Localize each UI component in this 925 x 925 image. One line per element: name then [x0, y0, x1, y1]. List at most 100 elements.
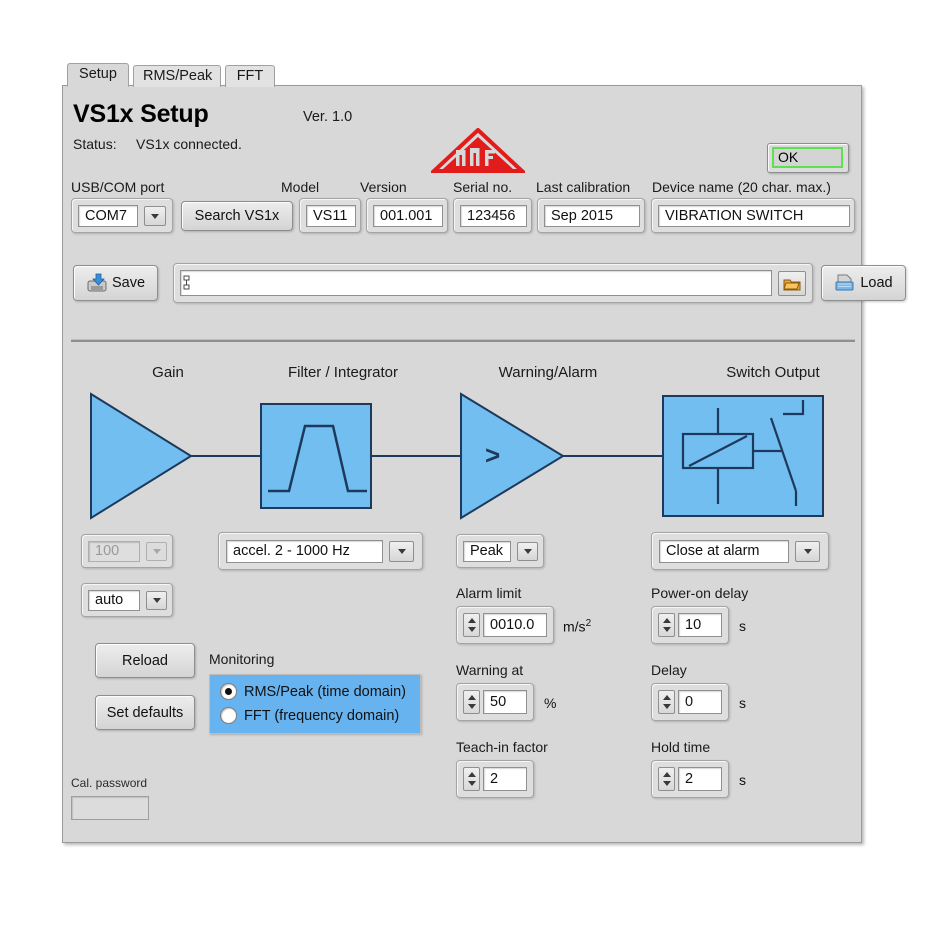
tab-fft[interactable]: FFT [225, 65, 275, 87]
save-button[interactable]: Save [73, 265, 158, 301]
serial-no-label: Serial no. [453, 179, 512, 195]
power-on-delay-input[interactable]: 10 [678, 613, 722, 637]
gain-auto-group: auto [81, 583, 173, 617]
delay-unit: s [739, 695, 746, 711]
filter-stage-label: Filter / Integrator [253, 364, 433, 381]
set-defaults-button[interactable]: Set defaults [95, 695, 195, 730]
alarm-limit-input[interactable]: 0010.0 [483, 613, 547, 637]
load-button-label: Load [860, 275, 892, 291]
delay-input[interactable]: 0 [678, 690, 722, 714]
mmf-logo-icon [431, 128, 525, 176]
power-on-delay-unit: s [739, 618, 746, 634]
detector-dropdown-arrow[interactable] [517, 542, 538, 561]
chevron-down-icon [151, 214, 159, 219]
folder-icon [783, 277, 801, 291]
unit-base: m/s [563, 619, 586, 635]
divider-top [71, 339, 855, 342]
warning-at-input[interactable]: 50 [483, 690, 527, 714]
file-path-group [173, 263, 813, 303]
stepper-up-icon [663, 618, 671, 623]
detector-group: Peak [456, 534, 544, 568]
com-port-value[interactable]: COM7 [78, 205, 138, 227]
com-port-group: COM7 [71, 198, 173, 233]
switch-mode-group: Close at alarm [651, 532, 829, 570]
power-on-delay-stepper[interactable] [658, 613, 675, 637]
status-ok-button[interactable]: OK [767, 143, 849, 173]
last-calibration-group: Sep 2015 [537, 198, 645, 233]
stepper-down-icon [663, 781, 671, 786]
stepper-up-icon [663, 772, 671, 777]
teach-in-factor-stepper[interactable] [463, 767, 480, 791]
warning-at-unit: % [544, 695, 556, 711]
stepper-up-icon [468, 772, 476, 777]
radio-icon [220, 683, 237, 700]
load-button[interactable]: Load [821, 265, 906, 301]
monitoring-panel: RMS/Peak (time domain) FFT (frequency do… [209, 674, 421, 734]
load-folder-icon [834, 273, 856, 293]
comparator-glyph: > [485, 440, 500, 470]
warning-at-stepper[interactable] [463, 690, 480, 714]
device-name-label: Device name (20 char. max.) [652, 179, 831, 195]
serial-no-value: 123456 [460, 205, 527, 227]
chevron-down-icon [153, 598, 161, 603]
teach-in-factor-group: 2 [456, 760, 534, 798]
file-path-input[interactable] [180, 270, 772, 296]
status-badge: OK [772, 147, 843, 168]
version-label: Version [360, 179, 407, 195]
last-calibration-value: Sep 2015 [544, 205, 640, 227]
status-value: VS1x connected. [136, 136, 242, 152]
switch-output-stage-label: Switch Output [683, 364, 863, 381]
chevron-down-icon [153, 549, 161, 554]
search-vs1x-button[interactable]: Search VS1x [181, 201, 293, 231]
warning-at-label: Warning at [456, 662, 523, 678]
chevron-down-icon [804, 549, 812, 554]
cal-password-input[interactable] [71, 796, 149, 820]
last-calibration-label: Last calibration [536, 179, 630, 195]
stepper-up-icon [468, 618, 476, 623]
status-label: Status: [73, 136, 117, 152]
tab-rms-peak[interactable]: RMS/Peak [133, 65, 221, 87]
cal-password-label: Cal. password [71, 776, 147, 790]
reload-button[interactable]: Reload [95, 643, 195, 678]
switch-mode-value[interactable]: Close at alarm [659, 540, 789, 563]
monitoring-option-fft[interactable]: FFT (frequency domain) [220, 707, 399, 724]
hold-time-input[interactable]: 2 [678, 767, 722, 791]
page-title: VS1x Setup [73, 100, 209, 129]
detector-value[interactable]: Peak [463, 541, 511, 562]
stepper-down-icon [468, 627, 476, 632]
model-value: VS11 [306, 205, 356, 227]
delay-stepper[interactable] [658, 690, 675, 714]
gain-auto-dropdown-arrow[interactable] [146, 591, 167, 610]
monitoring-label: Monitoring [209, 651, 274, 667]
screen: Setup RMS/Peak FFT VS1x Setup Ver. 1.0 S… [0, 0, 925, 925]
device-name-input[interactable]: VIBRATION SWITCH [658, 205, 850, 227]
filter-group: accel. 2 - 1000 Hz [218, 532, 423, 570]
switch-mode-dropdown-arrow[interactable] [795, 541, 820, 562]
comparator-symbol [461, 394, 563, 518]
signal-chain-diagram: > [71, 386, 855, 526]
gain-dropdown-arrow [146, 542, 167, 561]
serial-no-group: 123456 [453, 198, 532, 233]
model-label: Model [281, 179, 319, 195]
filter-dropdown-arrow[interactable] [389, 541, 414, 562]
model-group: VS11 [299, 198, 361, 233]
version-text: Ver. 1.0 [303, 109, 352, 125]
com-port-dropdown-arrow[interactable] [144, 206, 166, 226]
teach-in-factor-input[interactable]: 2 [483, 767, 527, 791]
power-on-delay-group: 10 [651, 606, 729, 644]
firmware-version-group: 001.001 [366, 198, 448, 233]
monitoring-option-rms-peak[interactable]: RMS/Peak (time domain) [220, 683, 406, 700]
monitoring-option-label: FFT (frequency domain) [244, 708, 399, 724]
hold-time-stepper[interactable] [658, 767, 675, 791]
tab-setup[interactable]: Setup [67, 63, 129, 87]
browse-folder-button[interactable] [778, 271, 806, 296]
stepper-up-icon [468, 695, 476, 700]
stepper-down-icon [663, 704, 671, 709]
gain-group: 100 [81, 534, 173, 568]
gain-auto-value[interactable]: auto [88, 590, 140, 611]
alarm-limit-stepper[interactable] [463, 613, 480, 637]
power-on-delay-label: Power-on delay [651, 585, 748, 601]
stepper-up-icon [663, 695, 671, 700]
filter-value[interactable]: accel. 2 - 1000 Hz [226, 540, 383, 563]
gain-value: 100 [88, 541, 140, 562]
